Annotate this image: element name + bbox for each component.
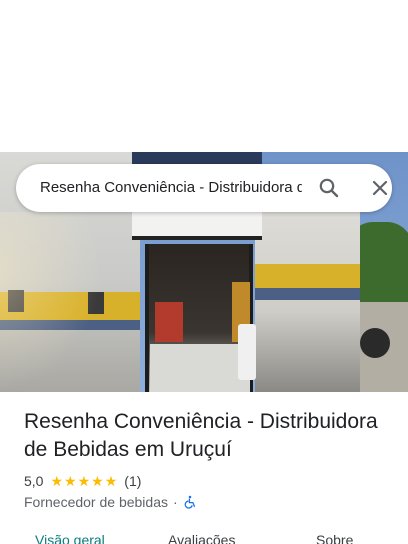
photo-light-flare: [0, 212, 120, 392]
search-bar[interactable]: Resenha Conveniência - Distribuidora de …: [16, 164, 392, 212]
star-icon: ★: [50, 473, 64, 489]
place-category: Fornecedor de bebidas: [24, 494, 168, 510]
photo-shelf: [155, 302, 183, 342]
rating-row[interactable]: 5,0 ★ ★ ★ ★ ★ (1): [24, 472, 141, 490]
star-icon: ★: [104, 473, 118, 489]
close-icon[interactable]: [368, 176, 392, 200]
separator-dot: ·: [173, 494, 178, 510]
place-title: Resenha Conveniência - Distribuidora de …: [24, 410, 378, 461]
search-input[interactable]: Resenha Conveniência - Distribuidora de …: [40, 164, 302, 212]
wheelchair-icon[interactable]: [183, 495, 197, 509]
photo-stripe: [255, 288, 360, 300]
star-icon: ★: [91, 473, 104, 489]
photo-motorbike: [360, 328, 390, 358]
search-icon[interactable]: [317, 176, 341, 200]
category-row: Fornecedor de bebidas ·: [24, 493, 197, 511]
tab-about[interactable]: Sobre: [316, 532, 353, 544]
tab-reviews[interactable]: Avaliações: [168, 532, 235, 544]
place-tabs: Visão geral Avaliações Sobre: [0, 528, 408, 544]
photo-chair: [238, 324, 256, 380]
rating-stars: ★ ★ ★ ★ ★: [50, 474, 118, 488]
tab-overview[interactable]: Visão geral: [35, 532, 105, 544]
review-count[interactable]: (1): [124, 473, 141, 489]
star-icon: ★: [77, 473, 91, 489]
photo-stripe: [255, 264, 360, 288]
place-details-page: Resenha Conveniência - Distribuidora de …: [0, 0, 408, 544]
photo-floor: [150, 344, 250, 392]
rating-value: 5,0: [24, 473, 44, 489]
star-icon: ★: [64, 473, 77, 489]
